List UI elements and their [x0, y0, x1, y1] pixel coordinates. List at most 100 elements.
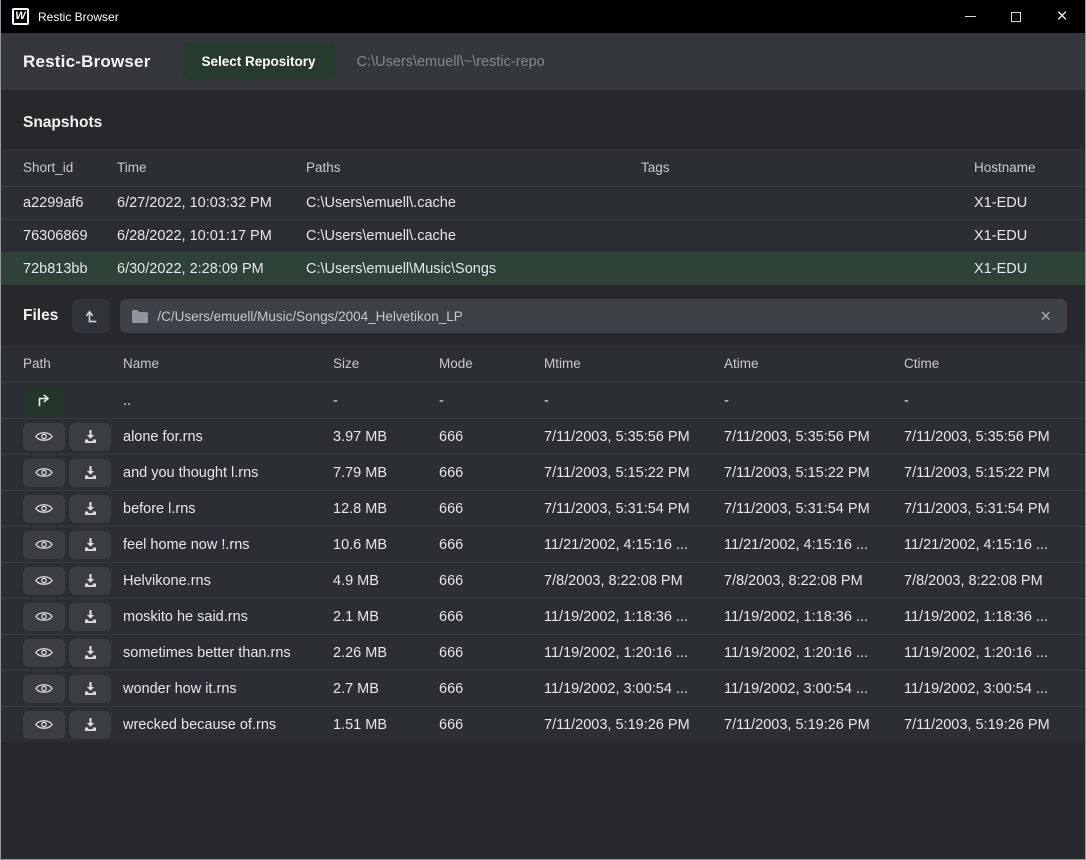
snapshot-paths: C:\Users\emuell\.cache	[306, 195, 641, 211]
app-header: Restic-Browser Select Repository C:\User…	[1, 33, 1085, 90]
close-button[interactable]: ×	[1039, 0, 1085, 33]
file-mtime: 7/8/2003, 8:22:08 PM	[544, 573, 724, 589]
download-icon	[83, 717, 98, 732]
current-path-input[interactable]: /C/Users/emuell/Music/Songs/2004_Helveti…	[120, 299, 1067, 333]
snapshots-table-body: a2299af66/27/2022, 10:03:32 PMC:\Users\e…	[1, 186, 1085, 285]
eye-icon	[35, 538, 53, 551]
file-actions	[23, 387, 123, 415]
files-table: Path Name Size Mode Mtime Atime Ctime ..…	[1, 345, 1085, 742]
column-header-size: Size	[333, 356, 439, 371]
download-file-button[interactable]	[69, 423, 111, 451]
maximize-button[interactable]	[993, 0, 1039, 33]
file-size: 4.9 MB	[333, 573, 439, 589]
go-to-parent-button[interactable]	[23, 387, 65, 415]
file-name: feel home now !.rns	[123, 537, 333, 553]
snapshot-hostname: X1-EDU	[974, 195, 1063, 211]
file-ctime: 11/19/2002, 1:20:16 ...	[904, 645, 1063, 661]
file-size: 3.97 MB	[333, 429, 439, 445]
file-mtime: 7/11/2003, 5:15:22 PM	[544, 465, 724, 481]
eye-icon	[35, 718, 53, 731]
file-actions	[23, 711, 123, 739]
download-file-button[interactable]	[69, 567, 111, 595]
file-atime: 7/11/2003, 5:19:26 PM	[724, 717, 904, 733]
file-name: ..	[123, 393, 333, 409]
download-file-button[interactable]	[69, 711, 111, 739]
download-file-button[interactable]	[69, 531, 111, 559]
file-mtime: 7/11/2003, 5:31:54 PM	[544, 501, 724, 517]
file-size: 1.51 MB	[333, 717, 439, 733]
snapshot-row[interactable]: a2299af66/27/2022, 10:03:32 PMC:\Users\e…	[1, 186, 1085, 219]
eye-icon	[35, 466, 53, 479]
file-atime: 11/19/2002, 1:18:36 ...	[724, 609, 904, 625]
file-size: 7.79 MB	[333, 465, 439, 481]
download-file-button[interactable]	[69, 495, 111, 523]
snapshot-row[interactable]: 763068696/28/2022, 10:01:17 PMC:\Users\e…	[1, 219, 1085, 252]
file-mode: 666	[439, 465, 544, 481]
eye-icon	[35, 430, 53, 443]
column-header-short-id: Short_id	[23, 160, 117, 175]
file-actions	[23, 531, 123, 559]
file-atime: 7/11/2003, 5:31:54 PM	[724, 501, 904, 517]
column-header-path: Path	[23, 356, 123, 371]
file-actions	[23, 423, 123, 451]
preview-file-button[interactable]	[23, 639, 65, 667]
file-ctime: 11/21/2002, 4:15:16 ...	[904, 537, 1063, 553]
snapshots-table: Short_id Time Paths Tags Hostname a2299a…	[1, 149, 1085, 285]
close-icon: ×	[1056, 7, 1067, 26]
snapshots-table-header: Short_id Time Paths Tags Hostname	[1, 149, 1085, 186]
preview-file-button[interactable]	[23, 675, 65, 703]
preview-file-button[interactable]	[23, 603, 65, 631]
preview-file-button[interactable]	[23, 567, 65, 595]
preview-file-button[interactable]	[23, 495, 65, 523]
preview-file-button[interactable]	[23, 531, 65, 559]
file-name: sometimes better than.rns	[123, 645, 333, 661]
eye-icon	[35, 682, 53, 695]
current-path-value: /C/Users/emuell/Music/Songs/2004_Helveti…	[157, 309, 1023, 324]
snapshot-time: 6/30/2022, 2:28:09 PM	[117, 261, 306, 277]
file-size: 10.6 MB	[333, 537, 439, 553]
file-mode: 666	[439, 429, 544, 445]
file-mode: 666	[439, 645, 544, 661]
repository-path: C:\Users\emuell\~\restic-repo	[357, 54, 545, 70]
preview-file-button[interactable]	[23, 711, 65, 739]
snapshot-short-id: a2299af6	[23, 195, 117, 211]
file-actions	[23, 495, 123, 523]
snapshot-paths: C:\Users\emuell\Music\Songs	[306, 261, 641, 277]
minimize-icon	[965, 16, 976, 17]
download-icon	[83, 465, 98, 480]
file-mtime: 7/11/2003, 5:35:56 PM	[544, 429, 724, 445]
clear-path-button[interactable]: ×	[1032, 305, 1059, 327]
up-to-parent-icon	[36, 394, 52, 407]
file-actions	[23, 459, 123, 487]
titlebar-left: W Restic Browser	[1, 8, 119, 25]
download-file-button[interactable]	[69, 459, 111, 487]
app-window: W Restic Browser × Restic-Browser Select…	[0, 0, 1086, 860]
preview-file-button[interactable]	[23, 423, 65, 451]
download-file-button[interactable]	[69, 603, 111, 631]
file-row: and you thought l.rns7.79 MB6667/11/2003…	[1, 454, 1085, 490]
file-ctime: 7/11/2003, 5:31:54 PM	[904, 501, 1063, 517]
titlebar: W Restic Browser ×	[1, 0, 1085, 33]
minimize-button[interactable]	[947, 0, 993, 33]
file-row: wrecked because of.rns1.51 MB6667/11/200…	[1, 706, 1085, 742]
file-mode: 666	[439, 573, 544, 589]
preview-file-button[interactable]	[23, 459, 65, 487]
snapshot-hostname: X1-EDU	[974, 261, 1063, 277]
select-repository-button[interactable]: Select Repository	[183, 43, 335, 80]
file-row: feel home now !.rns10.6 MB66611/21/2002,…	[1, 526, 1085, 562]
file-size: 2.1 MB	[333, 609, 439, 625]
download-file-button[interactable]	[69, 675, 111, 703]
snapshot-row[interactable]: 72b813bb6/30/2022, 2:28:09 PMC:\Users\em…	[1, 252, 1085, 285]
download-icon	[83, 573, 98, 588]
file-name: moskito he said.rns	[123, 609, 333, 625]
snapshot-time: 6/28/2022, 10:01:17 PM	[117, 228, 306, 244]
file-ctime: 7/11/2003, 5:19:26 PM	[904, 717, 1063, 733]
file-atime: -	[724, 393, 904, 409]
file-row: alone for.rns3.97 MB6667/11/2003, 5:35:5…	[1, 418, 1085, 454]
goto-root-button[interactable]	[72, 299, 110, 333]
window-title: Restic Browser	[38, 10, 119, 24]
download-file-button[interactable]	[69, 639, 111, 667]
column-header-time: Time	[117, 160, 306, 175]
file-mtime: 7/11/2003, 5:19:26 PM	[544, 717, 724, 733]
file-row: sometimes better than.rns2.26 MB66611/19…	[1, 634, 1085, 670]
